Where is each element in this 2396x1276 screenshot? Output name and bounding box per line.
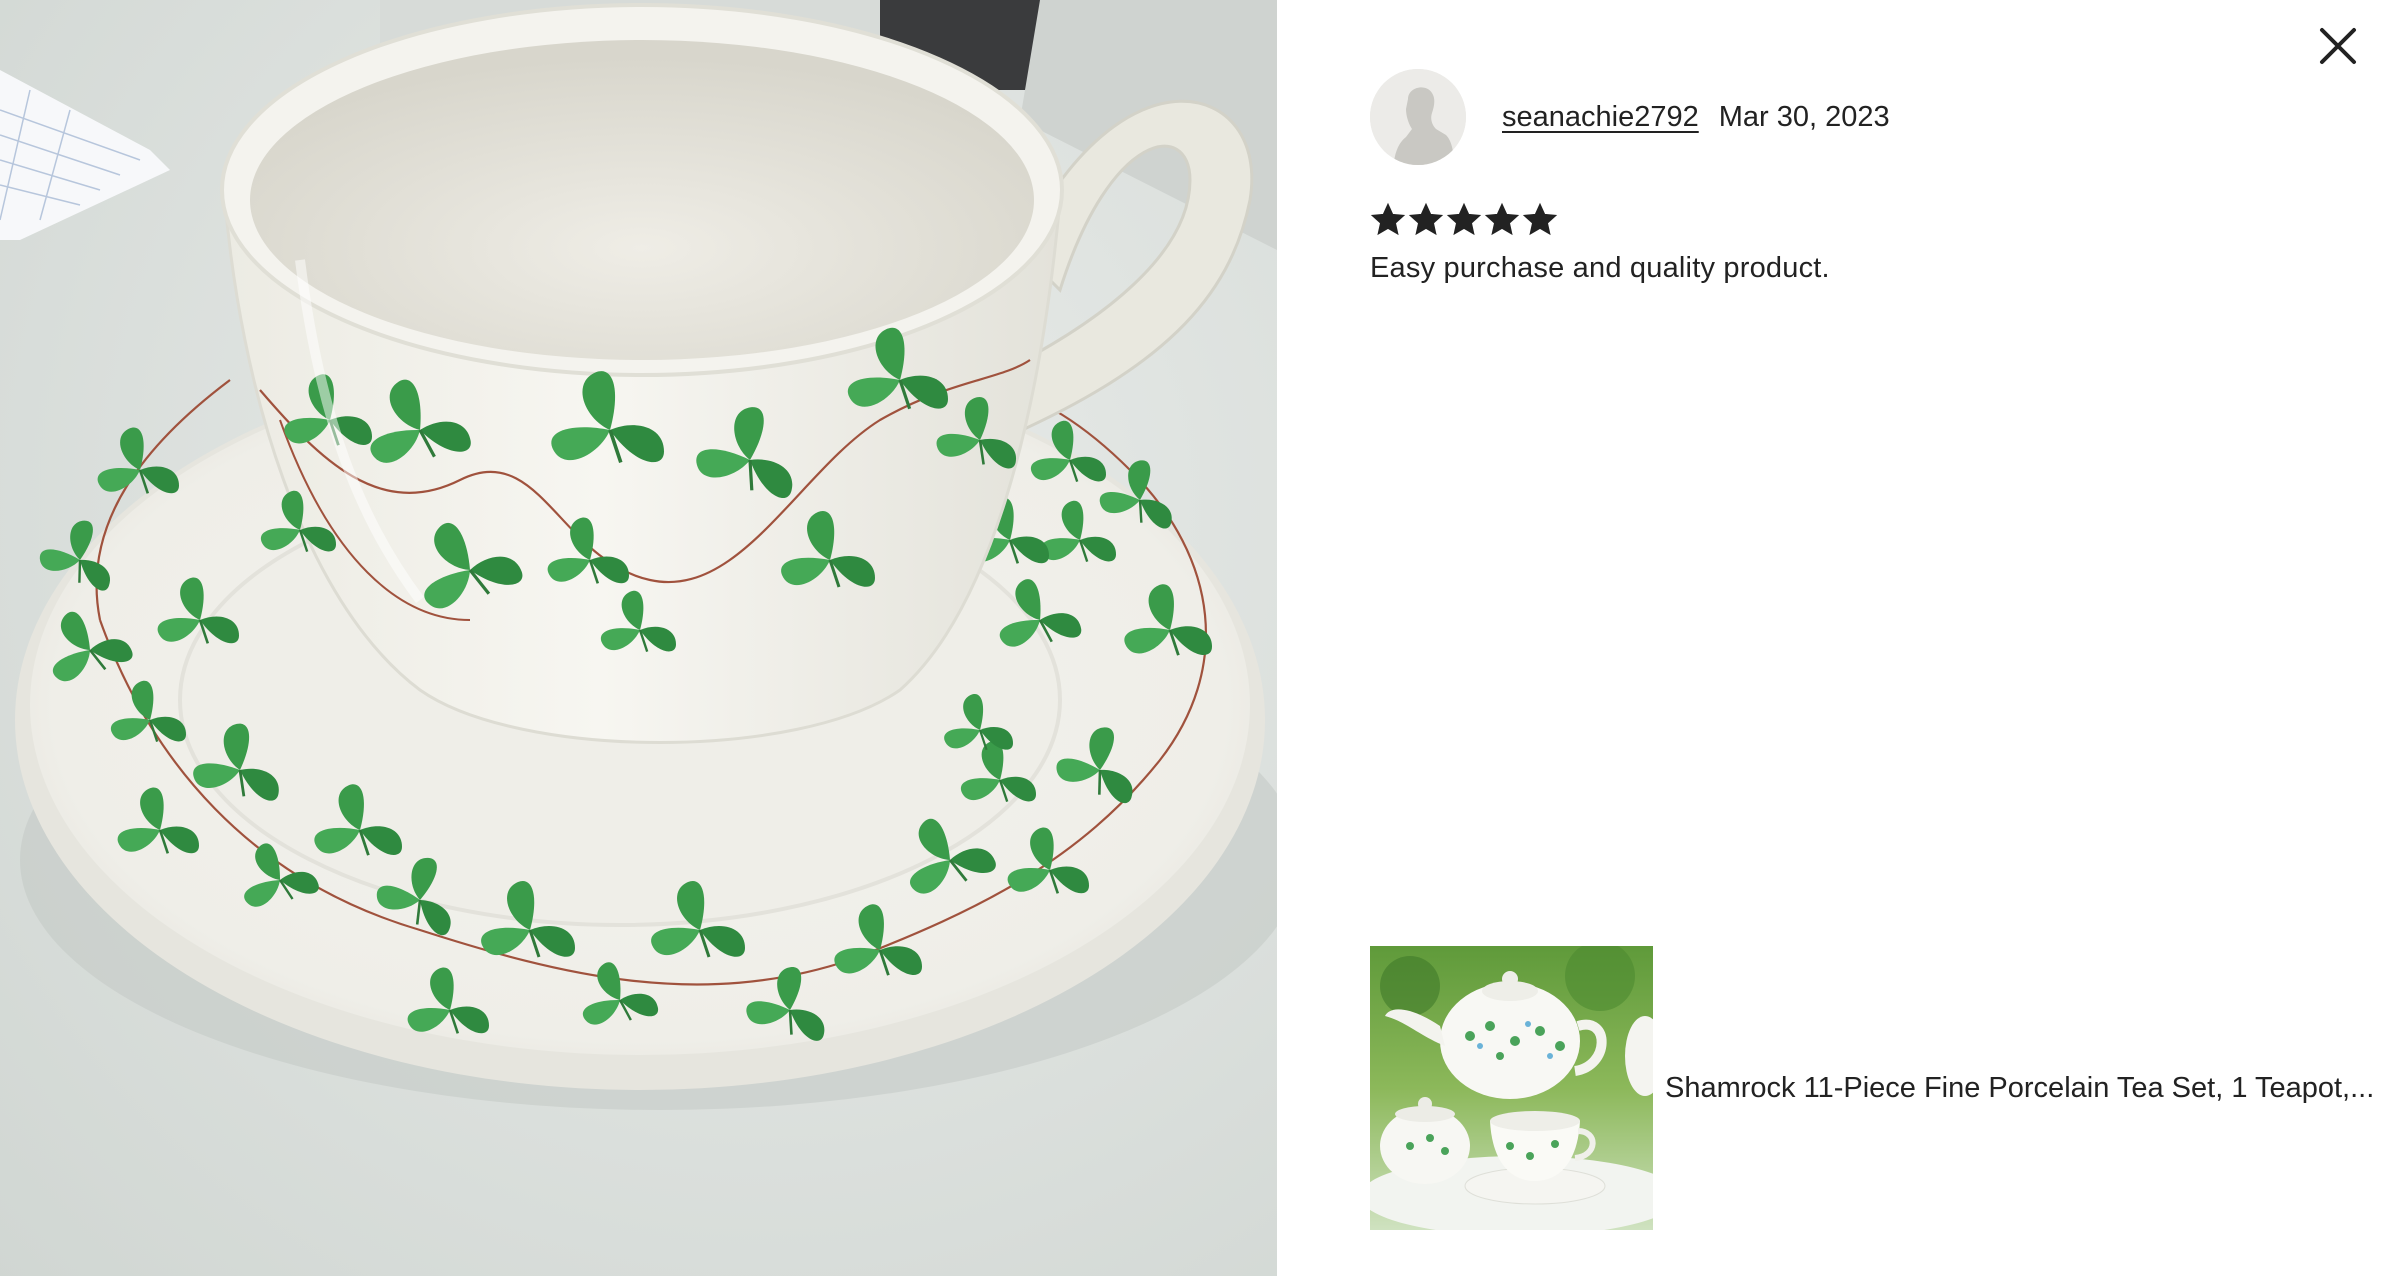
user-avatar[interactable]: [1370, 69, 1466, 165]
star-rating: [1370, 202, 1558, 238]
star-icon: [1370, 202, 1406, 236]
reviewer-username-link[interactable]: seanachie2792: [1502, 101, 1699, 134]
default-avatar-icon: [1370, 69, 1466, 165]
review-date: Mar 30, 2023: [1718, 100, 1890, 133]
review-text: Easy purchase and quality product.: [1370, 252, 1830, 284]
listing-link[interactable]: Shamrock 11-Piece Fine Porcelain Tea Set…: [1370, 946, 2396, 1230]
star-icon: [1446, 202, 1482, 236]
listing-title[interactable]: Shamrock 11-Piece Fine Porcelain Tea Set…: [1665, 1072, 2396, 1105]
review-header: seanachie2792 Mar 30, 2023: [1370, 68, 1890, 166]
close-icon: [2320, 28, 2356, 64]
star-icon: [1522, 202, 1558, 236]
star-icon: [1484, 202, 1520, 236]
close-button[interactable]: [2312, 20, 2364, 72]
review-photo: [0, 0, 1277, 1276]
listing-thumbnail: [1370, 946, 1653, 1230]
star-icon: [1408, 202, 1444, 236]
